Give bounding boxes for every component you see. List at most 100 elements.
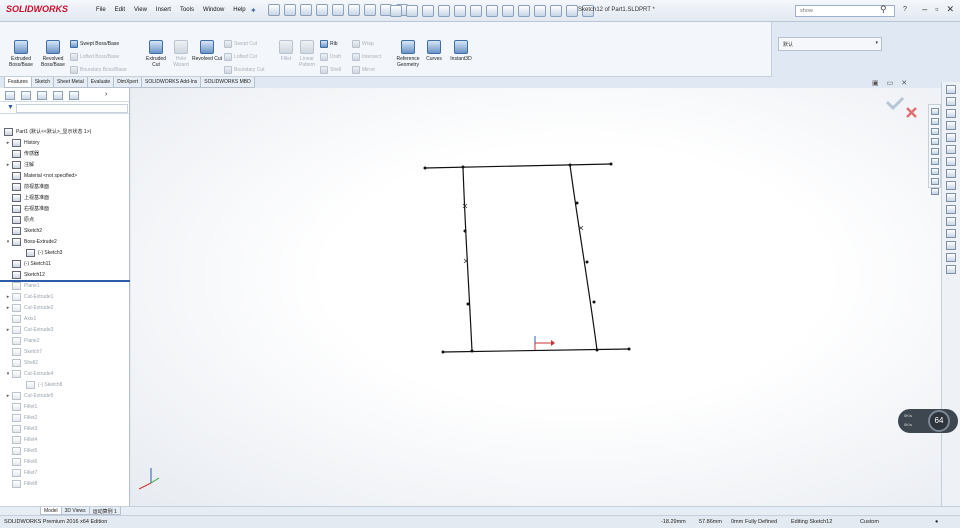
feature-manager-icon[interactable] (5, 91, 15, 100)
tree-item[interactable]: Material <not specified> (0, 170, 130, 181)
zoom-area-icon[interactable] (930, 118, 939, 125)
tree-item[interactable]: ▸ History (0, 137, 130, 148)
apply-scene-icon[interactable] (930, 188, 939, 195)
tree-root[interactable]: Part1 (默认<<默认>_显示状态 1>) (0, 126, 130, 137)
tree-item[interactable]: Fillet3 (0, 423, 130, 434)
tree-item[interactable]: Plane2 (0, 335, 130, 346)
linear-pattern-button[interactable]: Linear Pattern (296, 40, 318, 68)
tab-model[interactable]: Model (40, 507, 62, 515)
status-info-icon[interactable]: ● (935, 519, 938, 525)
configuration-dropdown[interactable]: 默认 ▾ (778, 37, 882, 51)
trim-tool-icon[interactable] (486, 5, 498, 17)
menu-insert[interactable]: Insert (156, 7, 171, 13)
viewport-close-icon[interactable]: ✕ (901, 79, 907, 87)
tree-item[interactable]: 前视基准面 (0, 181, 130, 192)
undo-icon[interactable] (332, 4, 344, 16)
menu-view[interactable]: View (134, 7, 147, 13)
select-icon[interactable] (348, 4, 360, 16)
expand-icon[interactable]: ▸ (4, 294, 12, 300)
expand-icon[interactable]: ▾ (4, 239, 12, 245)
solidworks-logo[interactable]: SOLIDWORKS (6, 4, 68, 14)
expand-icon[interactable]: ▾ (4, 371, 12, 377)
save-icon[interactable] (300, 4, 312, 16)
tree-item[interactable]: Fillet2 (0, 412, 130, 423)
circle-tool-icon[interactable] (454, 5, 466, 17)
scene-icon[interactable] (566, 5, 578, 17)
evaluate-tool-icon[interactable] (946, 241, 956, 250)
line-tool-icon[interactable] (422, 5, 434, 17)
arc-tool-icon[interactable] (470, 5, 482, 17)
expand-icon[interactable]: ▸ (4, 162, 12, 168)
property-manager-icon[interactable] (21, 91, 31, 100)
tree-item[interactable]: 右视基准面 (0, 203, 130, 214)
section-view-icon[interactable] (930, 138, 939, 145)
sketch-line-top[interactable] (424, 163, 612, 169)
tree-item[interactable]: Fillet6 (0, 456, 130, 467)
tree-item[interactable]: ▾ Cut-Extrude4 (0, 368, 130, 379)
menu-tools[interactable]: Tools (180, 7, 194, 13)
filter-input[interactable] (16, 104, 128, 113)
tab-addins[interactable]: SOLIDWORKS Add-Ins (141, 77, 202, 88)
expand-icon[interactable]: ▸ (4, 393, 12, 399)
tree-item[interactable]: ▸ Cut-Extrude3 (0, 324, 130, 335)
configuration-manager-icon[interactable] (37, 91, 47, 100)
rollback-bar[interactable] (0, 280, 130, 282)
tree-item[interactable]: ▸ 注解 (0, 159, 130, 170)
sketch-canvas[interactable] (131, 88, 941, 506)
graphics-area[interactable] (131, 88, 941, 506)
design-library-icon[interactable] (946, 97, 956, 106)
tree-item[interactable]: Sketch2 (0, 225, 130, 236)
tree-item[interactable]: Sketch7 (0, 346, 130, 357)
sensor-tool-icon[interactable] (946, 229, 956, 238)
revolved-boss-button[interactable]: Revolved Boss/Base (38, 40, 68, 68)
intersect-button[interactable]: Intersect (352, 53, 381, 61)
expand-icon[interactable]: ▸ (4, 327, 12, 333)
rib-button[interactable]: Rib (320, 40, 338, 48)
hole-wizard-button[interactable]: Hole Wizard (168, 40, 194, 68)
tree-item[interactable]: (-) Sketch11 (0, 258, 130, 269)
tree-item[interactable]: (-) Sketch3 (0, 247, 130, 258)
tree-item[interactable]: 上视基准面 (0, 192, 130, 203)
tab-motion-study[interactable]: 运动算例 1 (88, 507, 121, 515)
check-tool-icon[interactable] (946, 253, 956, 262)
zoom-fit-icon[interactable] (930, 108, 939, 115)
tree-item[interactable]: ▸ Cut-Extrude5 (0, 390, 130, 401)
smart-dimension-icon[interactable] (406, 5, 418, 17)
view-orientation-icon[interactable] (534, 5, 546, 17)
dimension-icon[interactable] (946, 181, 956, 190)
view-palette-icon[interactable] (946, 121, 956, 130)
close-icon[interactable]: ✕ (946, 4, 954, 15)
tree-item[interactable]: Fillet7 (0, 467, 130, 478)
ok-icon[interactable] (885, 96, 905, 111)
lofted-boss-button[interactable]: Lofted Boss/Base (70, 53, 119, 61)
appearances-icon[interactable] (946, 133, 956, 142)
sketch-spline-right[interactable] (569, 164, 598, 351)
tab-dimxpert[interactable]: DimXpert (113, 77, 143, 88)
display-style-icon[interactable] (930, 158, 939, 165)
appearance-icon[interactable] (550, 5, 562, 17)
mirror-button[interactable]: Mirror (352, 66, 375, 74)
tab-evaluate[interactable]: Evaluate (86, 77, 115, 88)
new-document-icon[interactable] (268, 4, 280, 16)
wrap-button[interactable]: Wrap (352, 40, 374, 48)
edit-appearance-icon[interactable] (930, 178, 939, 185)
extruded-boss-button[interactable]: Extruded Boss/Base (6, 40, 36, 68)
tree-item[interactable]: 传感器 (0, 148, 130, 159)
draft-button[interactable]: Draft (320, 53, 341, 61)
cancel-icon[interactable] (906, 107, 917, 118)
tree-item[interactable]: Axis1 (0, 313, 130, 324)
menu-file[interactable]: File (96, 7, 106, 13)
tree-item[interactable]: Fillet8 (0, 478, 130, 489)
tree-item[interactable]: Fillet4 (0, 434, 130, 445)
maximize-icon[interactable]: ▫ (935, 4, 938, 15)
display-style-icon[interactable] (518, 5, 530, 17)
sketch-ink-icon[interactable] (946, 169, 956, 178)
rectangle-tool-icon[interactable] (438, 5, 450, 17)
open-document-icon[interactable] (284, 4, 296, 16)
help-icon[interactable]: ? (903, 6, 907, 13)
rebuild-icon[interactable] (364, 4, 376, 16)
menu-help[interactable]: Help (233, 7, 245, 13)
print-icon[interactable] (316, 4, 328, 16)
sketch-tool-icon[interactable] (390, 5, 402, 17)
measure-tool-icon[interactable] (946, 205, 956, 214)
